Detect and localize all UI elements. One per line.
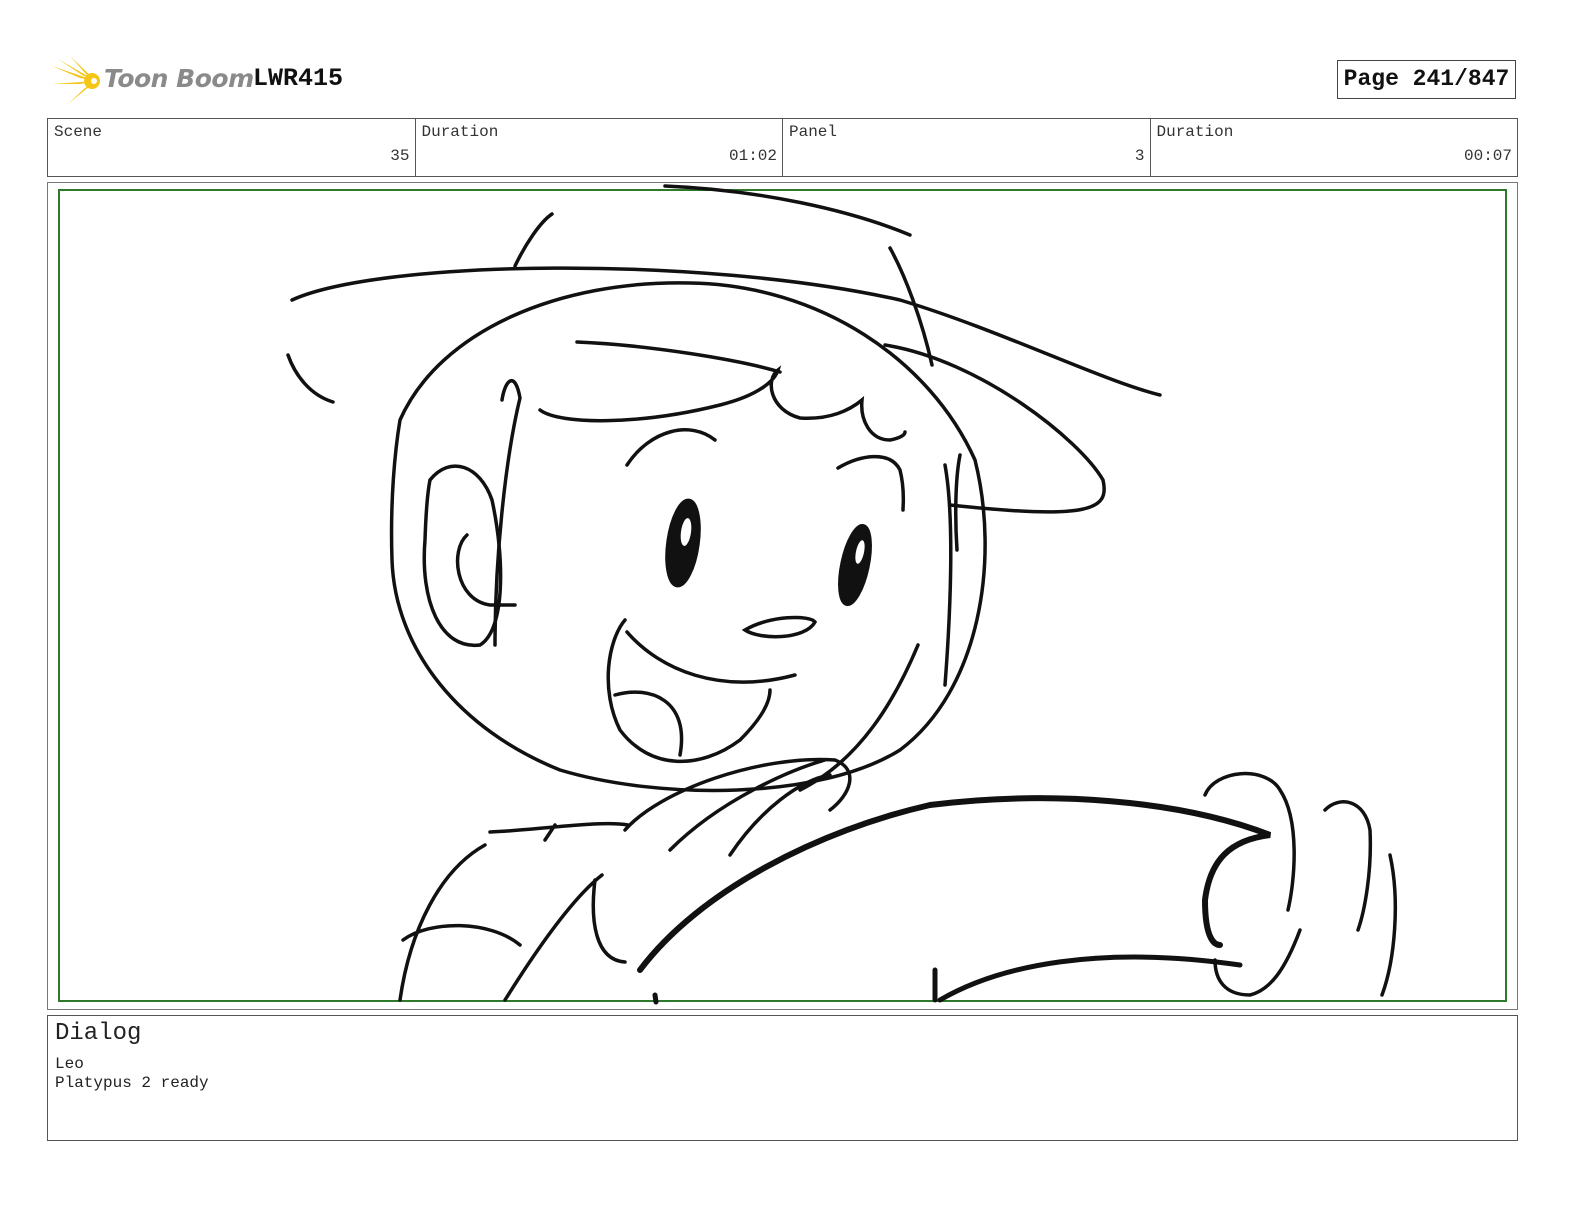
steering-wheel [637,795,1272,973]
hat-crown [663,184,912,237]
ear [422,464,503,647]
dialog-box: Dialog Leo Platypus 2 ready [47,1015,1518,1141]
body-left [398,821,630,1002]
hat-side [883,343,1106,514]
eye-right [838,524,872,606]
brow-left [625,428,717,467]
dialog-speaker: Leo [55,1055,84,1073]
dialog-text: Platypus 2 ready [55,1074,209,1092]
hair [538,365,907,442]
brow-right [836,454,906,512]
dialog-title: Dialog [55,1020,142,1047]
nose [741,615,818,639]
